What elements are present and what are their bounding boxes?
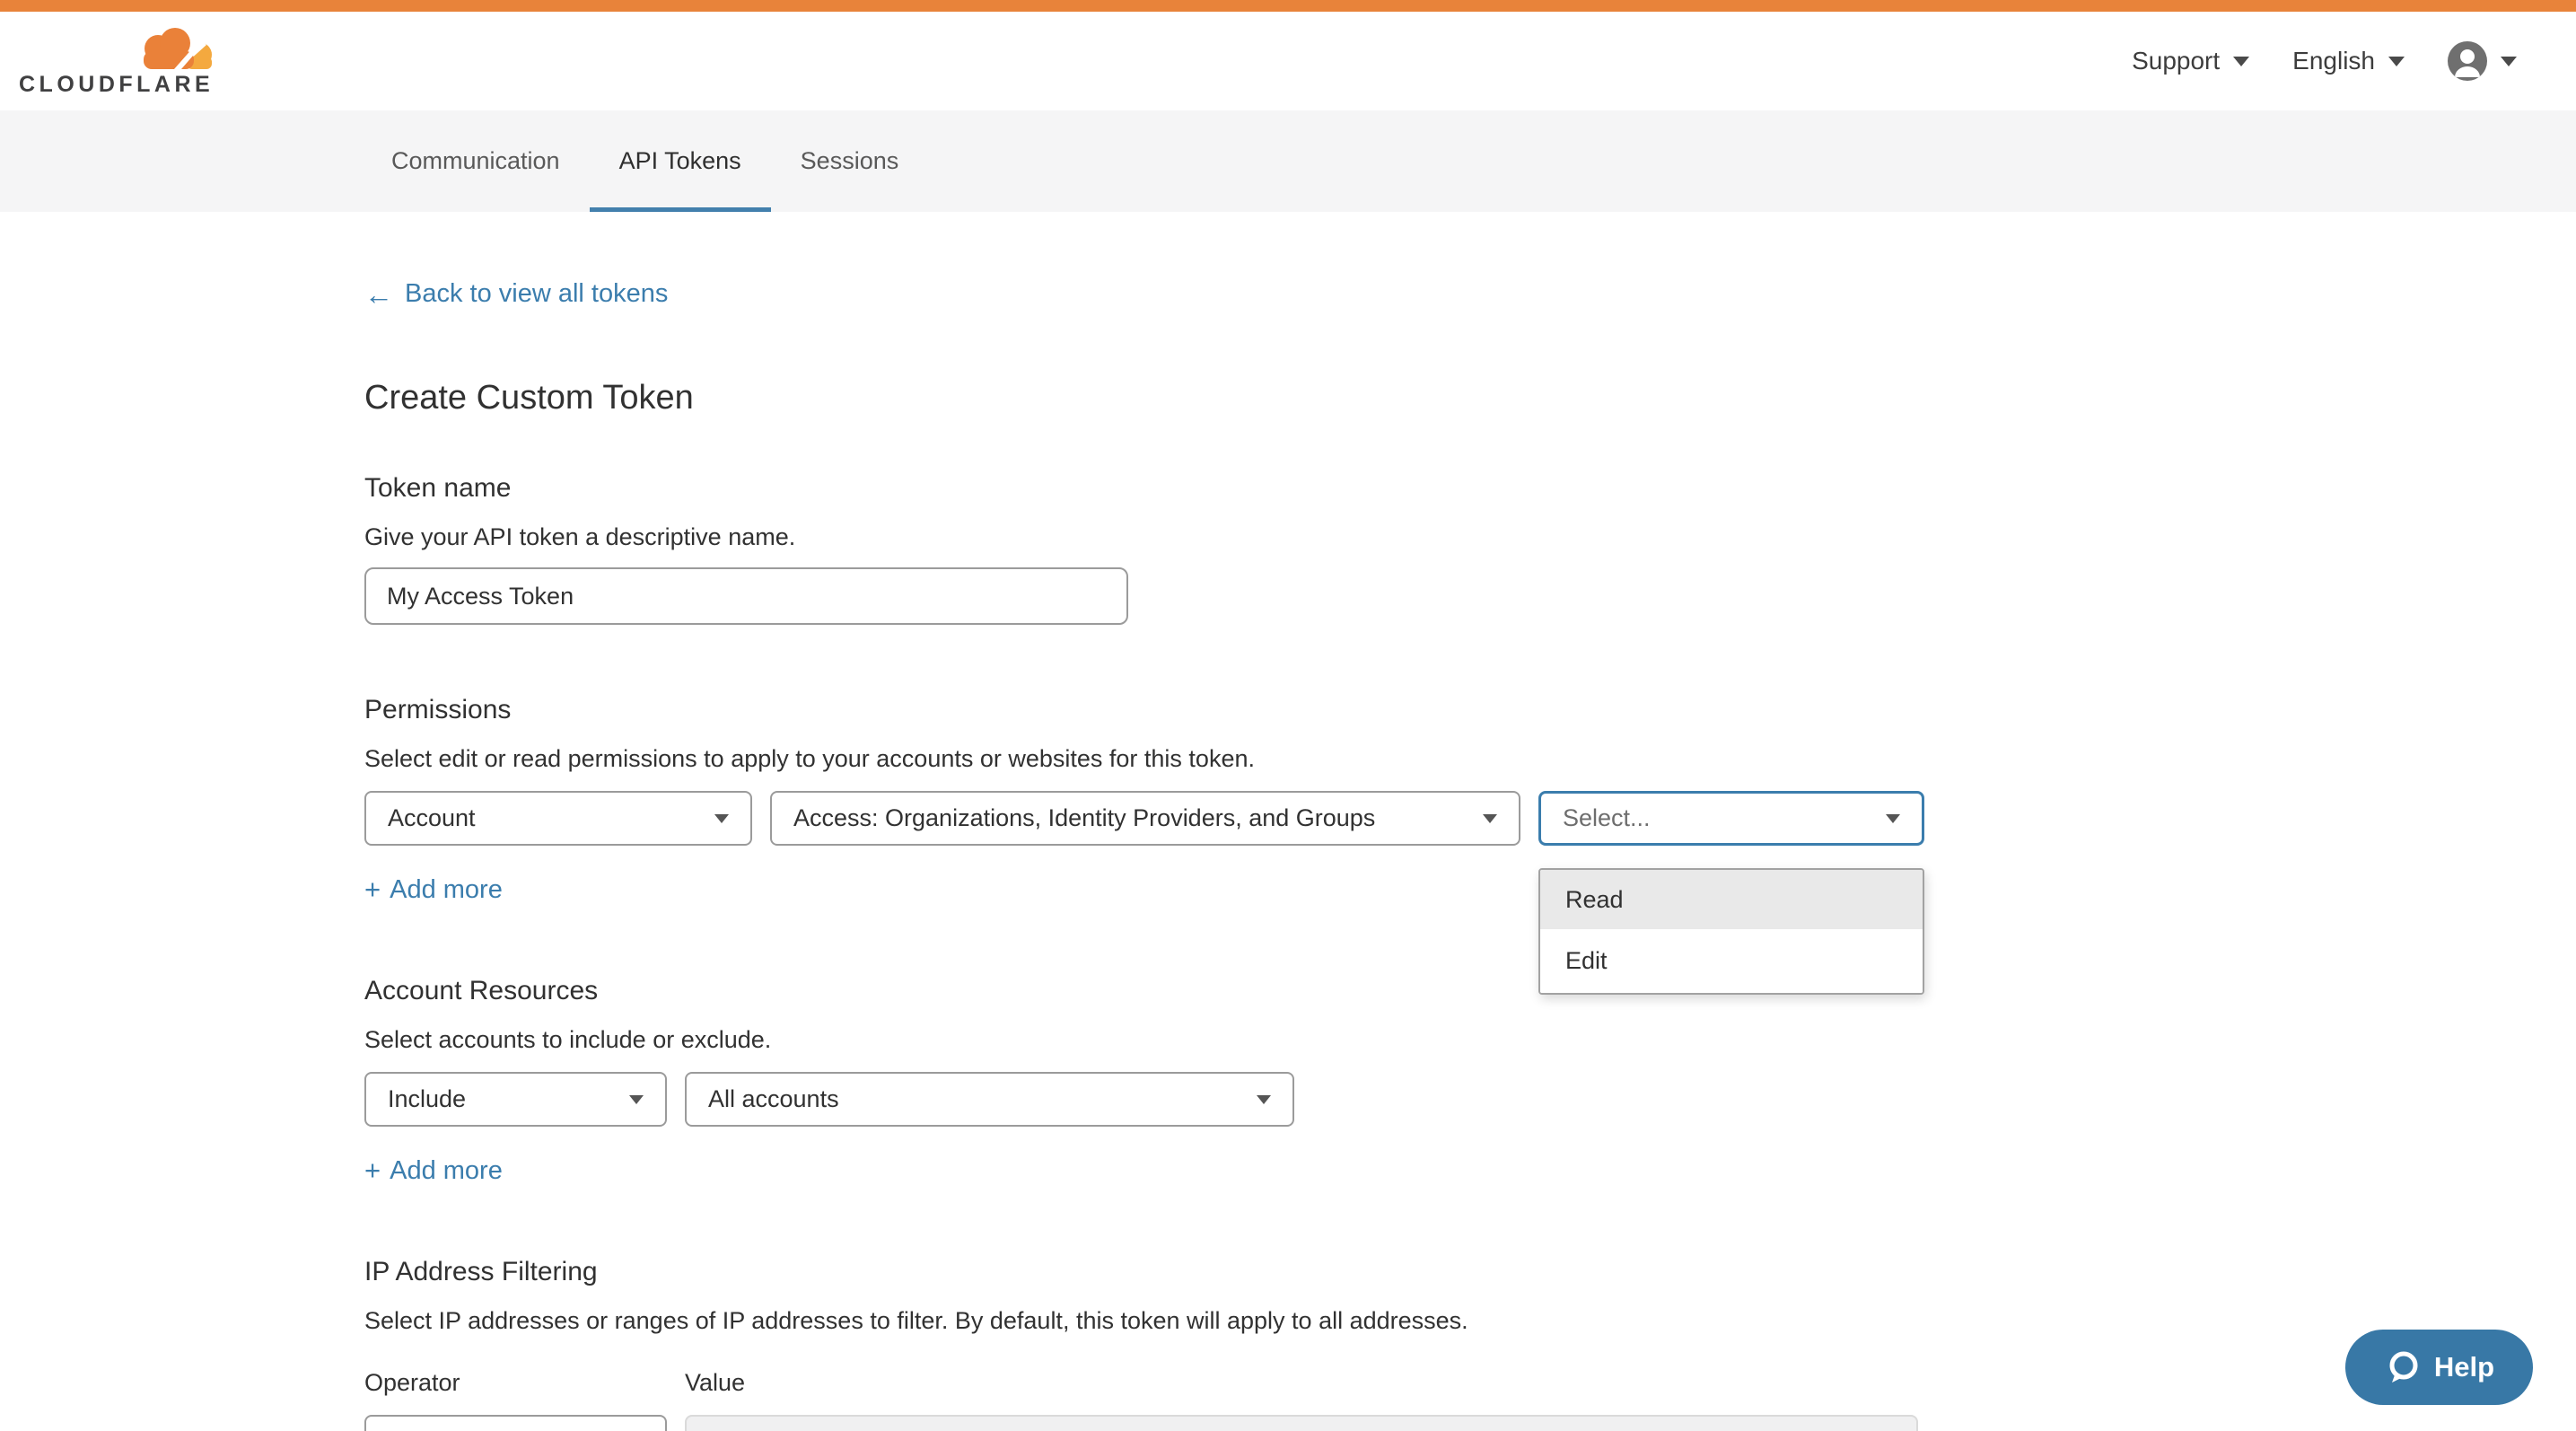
back-link-label: Back to view all tokens: [405, 279, 668, 309]
include-exclude-value: Include: [388, 1085, 466, 1113]
chevron-down-icon: [1886, 814, 1900, 823]
token-name-section: Token name Give your API token a descrip…: [364, 473, 2576, 625]
tab-sessions[interactable]: Sessions: [771, 110, 929, 212]
ip-filtering-section: IP Address Filtering Select IP addresses…: [364, 1257, 2576, 1431]
support-menu-label: Support: [2132, 47, 2220, 75]
chevron-down-icon: [2501, 57, 2517, 66]
chevron-down-icon: [714, 814, 729, 823]
permissions-section: Permissions Select edit or read permissi…: [364, 695, 2576, 906]
token-name-description: Give your API token a descriptive name.: [364, 523, 2576, 551]
chevron-down-icon: [2233, 57, 2249, 66]
account-resources-row: Include All accounts: [364, 1072, 2576, 1127]
tab-label: API Tokens: [619, 147, 741, 175]
operator-select[interactable]: Select...: [364, 1415, 667, 1431]
header-right-nav: Support English: [2132, 41, 2576, 81]
accounts-value: All accounts: [708, 1085, 839, 1113]
header: CLOUDFLARE Support English: [0, 12, 2576, 110]
ip-filtering-labels: Operator Value: [364, 1369, 2576, 1397]
tab-communication[interactable]: Communication: [362, 110, 590, 212]
back-to-tokens-link[interactable]: ← Back to view all tokens: [364, 279, 668, 309]
account-resources-section: Account Resources Select accounts to inc…: [364, 976, 2576, 1187]
include-exclude-select[interactable]: Include: [364, 1072, 667, 1127]
permissions-heading: Permissions: [364, 695, 2576, 725]
cloudflare-logo: CLOUDFLARE: [19, 24, 214, 98]
ip-value-input[interactable]: [685, 1415, 1918, 1431]
add-more-label: Add more: [390, 875, 503, 905]
tab-api-tokens[interactable]: API Tokens: [590, 110, 771, 212]
permission-group-select[interactable]: Access: Organizations, Identity Provider…: [770, 791, 1520, 846]
value-label: Value: [685, 1369, 745, 1397]
access-dropdown-menu: Read Edit: [1538, 868, 1924, 995]
permissions-row: Account Access: Organizations, Identity …: [364, 791, 2576, 846]
token-name-heading: Token name: [364, 473, 2576, 504]
tab-label: Communication: [391, 147, 560, 175]
permission-category-select[interactable]: Account: [364, 791, 752, 846]
ip-filtering-row: Select...: [364, 1415, 2576, 1431]
dropdown-option-edit[interactable]: Edit: [1540, 929, 1923, 993]
permission-category-value: Account: [388, 804, 476, 832]
permission-access-placeholder: Select...: [1563, 804, 1651, 832]
cloudflare-logo-text: CLOUDFLARE: [19, 72, 214, 98]
permission-access-select-wrap: Select... Read Edit: [1538, 791, 1924, 846]
tab-label: Sessions: [801, 147, 899, 175]
page-title: Create Custom Token: [364, 379, 2576, 417]
add-more-label: Add more: [390, 1156, 503, 1186]
dropdown-option-read[interactable]: Read: [1540, 870, 1923, 929]
operator-label: Operator: [364, 1369, 667, 1397]
left-arrow-icon: ←: [364, 280, 393, 309]
help-button[interactable]: Help: [2345, 1330, 2533, 1405]
plus-icon: +: [364, 874, 381, 906]
plus-icon: +: [364, 1154, 381, 1187]
permissions-description: Select edit or read permissions to apply…: [364, 745, 2576, 773]
account-resources-description: Select accounts to include or exclude.: [364, 1026, 2576, 1054]
account-resources-heading: Account Resources: [364, 976, 2576, 1006]
accounts-select[interactable]: All accounts: [685, 1072, 1294, 1127]
profile-tab-bar: Communication API Tokens Sessions: [0, 110, 2576, 212]
chevron-down-icon: [2388, 57, 2405, 66]
brand-accent-bar: [0, 0, 2576, 12]
token-name-input[interactable]: [364, 567, 1128, 625]
support-menu[interactable]: Support: [2132, 47, 2249, 75]
chevron-down-icon: [1483, 814, 1497, 823]
permission-access-select[interactable]: Select...: [1538, 791, 1924, 846]
language-menu-label: English: [2292, 47, 2375, 75]
chevron-down-icon: [629, 1095, 644, 1104]
chevron-down-icon: [1257, 1095, 1271, 1104]
language-menu[interactable]: English: [2292, 47, 2405, 75]
account-menu[interactable]: [2448, 41, 2517, 81]
ip-filtering-description: Select IP addresses or ranges of IP addr…: [364, 1307, 2576, 1335]
permissions-add-more-link[interactable]: + Add more: [364, 874, 503, 906]
ip-filtering-heading: IP Address Filtering: [364, 1257, 2576, 1287]
help-button-label: Help: [2434, 1351, 2494, 1383]
chat-bubble-icon: [2384, 1348, 2422, 1386]
account-resources-add-more-link[interactable]: + Add more: [364, 1154, 503, 1187]
cloudflare-cloud-icon: [124, 24, 214, 69]
user-avatar-icon: [2448, 41, 2487, 81]
permission-group-value: Access: Organizations, Identity Provider…: [793, 804, 1375, 832]
main-content: ← Back to view all tokens Create Custom …: [0, 212, 2576, 1431]
